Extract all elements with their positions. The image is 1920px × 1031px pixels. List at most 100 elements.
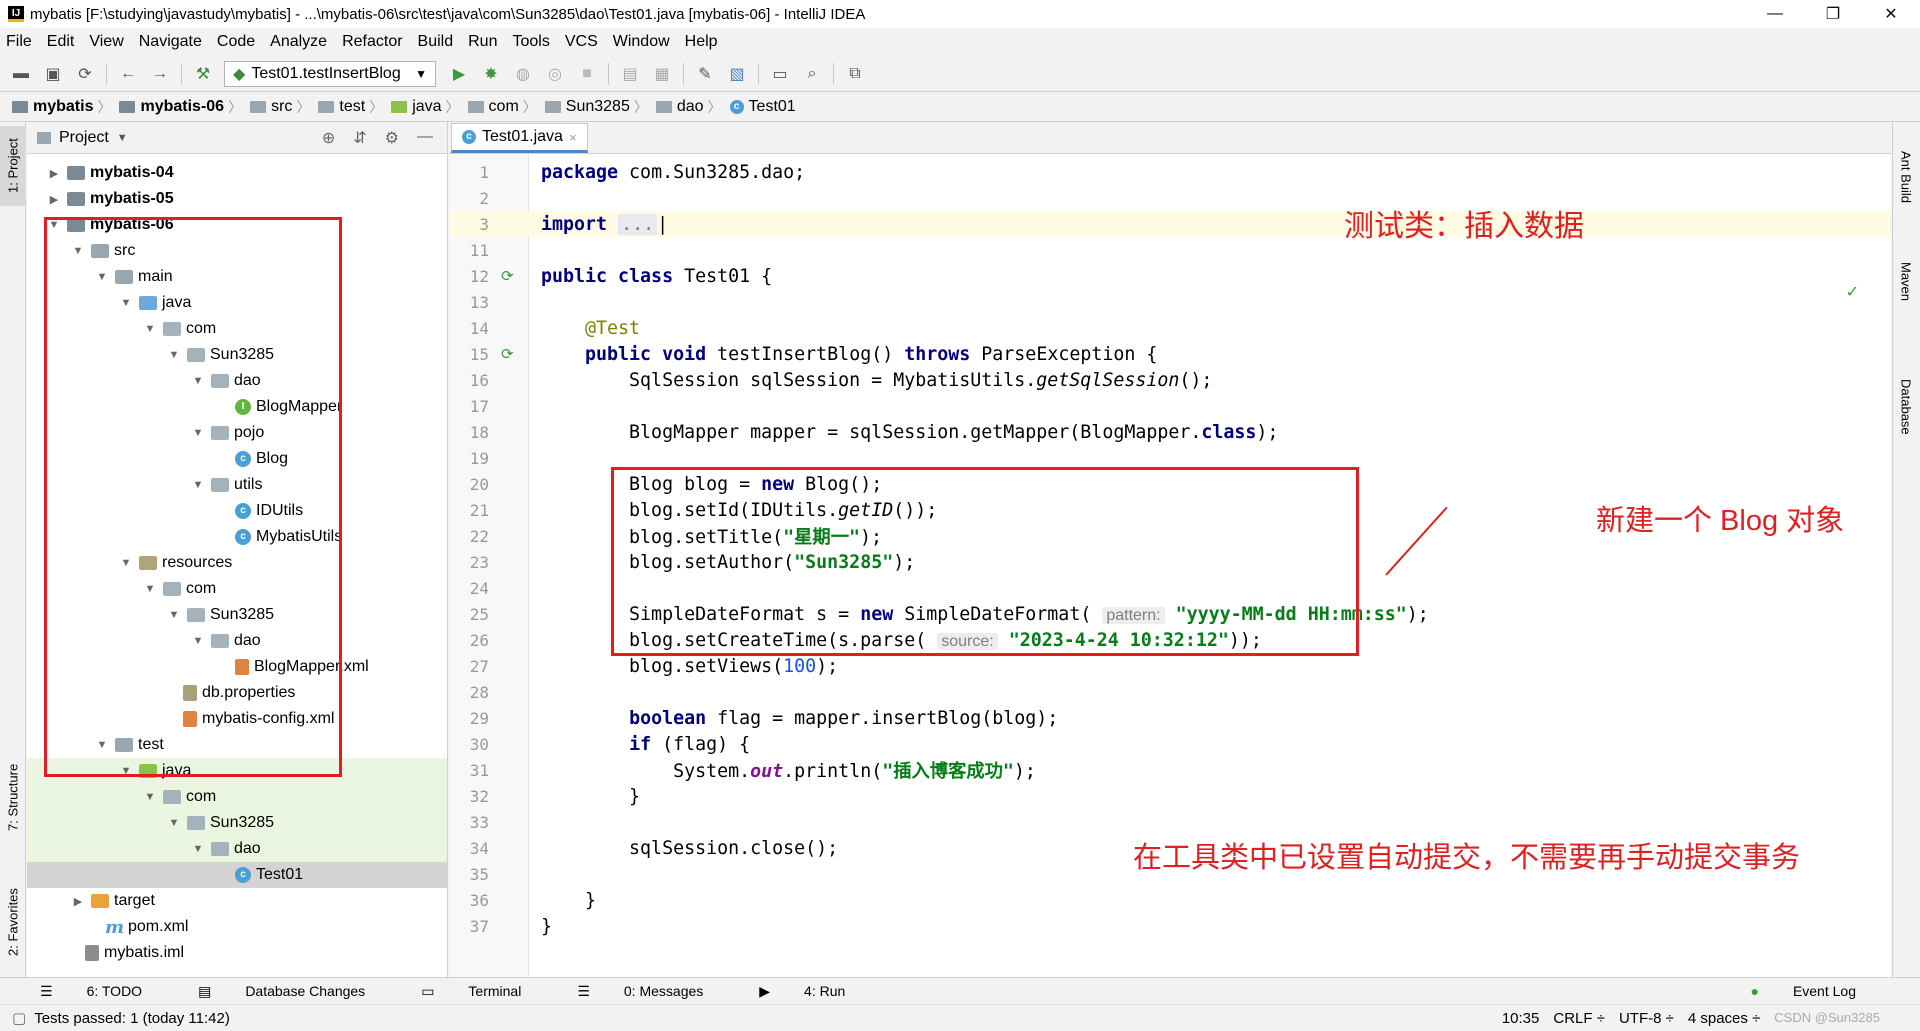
tree-item[interactable]: ▶ mybatis-04 bbox=[27, 160, 447, 186]
tool-database-changes[interactable]: ▤ Database Changes bbox=[198, 983, 393, 1000]
caret-position[interactable]: 10:35 bbox=[1502, 1010, 1540, 1027]
toolbar-separator bbox=[181, 62, 182, 85]
crumb-sun3285[interactable]: Sun3285 〉 bbox=[544, 97, 656, 117]
tree-item[interactable]: ▶ target bbox=[27, 888, 447, 914]
code-line: import ... | bbox=[541, 213, 669, 235]
tree-item[interactable]: mybatis.iml bbox=[27, 940, 447, 966]
stop-icon[interactable]: ■ bbox=[576, 63, 598, 85]
close-icon[interactable]: × bbox=[569, 130, 577, 145]
annotation-new-blog: 新建一个 Blog 对象 bbox=[1596, 505, 1845, 537]
indent-setting[interactable]: 4 spaces ÷ bbox=[1688, 1010, 1760, 1027]
tool-todo[interactable]: ☰ 6: TODO bbox=[40, 983, 170, 1000]
stop-build-icon[interactable]: ▦ bbox=[651, 63, 673, 85]
vcs-icon[interactable]: ⧉ bbox=[844, 63, 866, 85]
crumb-test01[interactable]: c Test01 bbox=[729, 98, 796, 116]
class-icon: c bbox=[462, 130, 476, 144]
line-number: 11 bbox=[469, 240, 489, 260]
settings-wrench-icon[interactable]: ✎ bbox=[694, 63, 716, 85]
coverage-icon[interactable]: ◍ bbox=[512, 63, 534, 85]
file-encoding[interactable]: UTF-8 ÷ bbox=[1619, 1010, 1674, 1027]
search-icon[interactable]: ⌕ bbox=[801, 63, 823, 85]
code-line: blog.setViews(100); bbox=[541, 655, 839, 677]
menu-bar: File Edit View Navigate Code Analyze Ref… bbox=[0, 28, 1920, 56]
crumb-com[interactable]: com 〉 bbox=[467, 97, 545, 117]
event-log-icon: ● bbox=[1750, 983, 1759, 999]
menu-window[interactable]: Window bbox=[613, 33, 670, 51]
line-number: 12 bbox=[469, 266, 489, 286]
menu-edit[interactable]: Edit bbox=[47, 33, 75, 51]
open-folder-icon[interactable]: ▬ bbox=[10, 63, 32, 85]
tree-item[interactable]: ▼ Sun3285 bbox=[27, 810, 447, 836]
crumb-java[interactable]: java 〉 bbox=[391, 97, 467, 117]
chevron-down-icon[interactable]: ▼ bbox=[117, 132, 128, 144]
back-arrow-icon[interactable]: ← bbox=[117, 63, 139, 85]
project-structure-icon[interactable]: ▧ bbox=[726, 63, 748, 85]
attach-icon[interactable]: ▤ bbox=[619, 63, 641, 85]
run-config-select[interactable]: ◆ Test01.testInsertBlog ▼ bbox=[224, 60, 436, 87]
save-icon[interactable]: ▣ bbox=[42, 63, 64, 85]
debug-icon[interactable]: ✸ bbox=[480, 63, 502, 85]
crumb-src[interactable]: src 〉 bbox=[250, 97, 318, 117]
minimize-button[interactable]: — bbox=[1746, 0, 1804, 28]
line-number: 15 bbox=[469, 344, 489, 364]
tool-run[interactable]: ▶ 4: Run bbox=[759, 983, 873, 1000]
forward-arrow-icon[interactable]: → bbox=[149, 63, 171, 85]
locate-icon[interactable]: ⊕ bbox=[322, 128, 335, 148]
crumb-dao[interactable]: dao 〉 bbox=[655, 97, 730, 117]
tree-item-selected[interactable]: c Test01 bbox=[27, 862, 447, 888]
menu-run[interactable]: Run bbox=[468, 33, 497, 51]
project-panel-header: Project ▼ ⊕ ⇵ ⚙ — bbox=[27, 122, 447, 154]
run-config-label: Test01.testInsertBlog bbox=[251, 64, 401, 82]
menu-navigate[interactable]: Navigate bbox=[139, 33, 202, 51]
terminal-window-icon[interactable]: ▭ bbox=[769, 63, 791, 85]
run-test-icon[interactable]: ⟳ bbox=[501, 267, 519, 285]
tree-item[interactable]: ▼ com bbox=[27, 784, 447, 810]
right-tool-strip: Ant Build Maven Database bbox=[1892, 122, 1920, 977]
project-view-select[interactable]: Project bbox=[59, 129, 109, 147]
line-number: 20 bbox=[469, 474, 489, 494]
tool-terminal[interactable]: ▭ Terminal bbox=[421, 983, 549, 1000]
crumb-mybatis[interactable]: mybatis 〉 bbox=[12, 97, 119, 117]
code-line: System.out.println("插入博客成功"); bbox=[541, 761, 1036, 783]
tab-project-tool[interactable]: 1: Project bbox=[0, 126, 26, 206]
tab-test01-java[interactable]: c Test01.java × bbox=[451, 123, 588, 153]
tool-event-log[interactable]: ● Event Log bbox=[1750, 983, 1884, 999]
tree-item[interactable]: ▶ mybatis-05 bbox=[27, 186, 447, 212]
menu-code[interactable]: Code bbox=[217, 33, 255, 51]
tab-ant-build[interactable]: Ant Build bbox=[1892, 132, 1920, 222]
menu-refactor[interactable]: Refactor bbox=[342, 33, 402, 51]
toolbar-separator bbox=[106, 62, 107, 85]
menu-view[interactable]: View bbox=[89, 33, 123, 51]
tree-item[interactable]: ▼ dao bbox=[27, 836, 447, 862]
gear-icon[interactable]: ⚙ bbox=[385, 128, 399, 148]
tool-messages[interactable]: ☰ 0: Messages bbox=[577, 983, 731, 1000]
menu-vcs[interactable]: VCS bbox=[565, 33, 598, 51]
menu-help[interactable]: Help bbox=[685, 33, 718, 51]
highlight-box-module bbox=[44, 217, 342, 777]
sync-icon[interactable]: ⟳ bbox=[74, 63, 96, 85]
project-view-icon bbox=[37, 131, 51, 144]
close-button[interactable]: ✕ bbox=[1862, 0, 1920, 28]
tab-database[interactable]: Database bbox=[1892, 352, 1920, 462]
tab-structure-tool[interactable]: 7: Structure bbox=[0, 742, 26, 852]
hide-icon[interactable]: — bbox=[417, 128, 433, 148]
tree-item[interactable]: m pom.xml bbox=[27, 914, 447, 940]
menu-file[interactable]: File bbox=[6, 33, 32, 51]
maximize-button[interactable]: ❐ bbox=[1804, 0, 1862, 28]
crumb-mybatis-06[interactable]: mybatis-06 〉 bbox=[119, 97, 250, 117]
tab-favorites-tool[interactable]: 2: Favorites bbox=[0, 872, 26, 972]
tab-maven[interactable]: Maven bbox=[1892, 242, 1920, 322]
menu-analyze[interactable]: Analyze bbox=[270, 33, 327, 51]
crumb-test[interactable]: test 〉 bbox=[318, 97, 391, 117]
collapse-all-icon[interactable]: ⇵ bbox=[353, 128, 366, 148]
run-test-icon[interactable]: ⟳ bbox=[501, 345, 519, 363]
build-hammer-icon[interactable]: ⚒ bbox=[192, 63, 214, 85]
menu-tools[interactable]: Tools bbox=[512, 33, 549, 51]
watermark: CSDN @Sun3285 bbox=[1774, 1009, 1880, 1025]
line-separator[interactable]: CRLF ÷ bbox=[1553, 1010, 1605, 1027]
code-line: public class Test01 { bbox=[541, 265, 773, 287]
run-icon[interactable]: ▶ bbox=[448, 63, 470, 85]
menu-build[interactable]: Build bbox=[418, 33, 454, 51]
line-number: 32 bbox=[469, 786, 489, 806]
profile-icon[interactable]: ◎ bbox=[544, 63, 566, 85]
